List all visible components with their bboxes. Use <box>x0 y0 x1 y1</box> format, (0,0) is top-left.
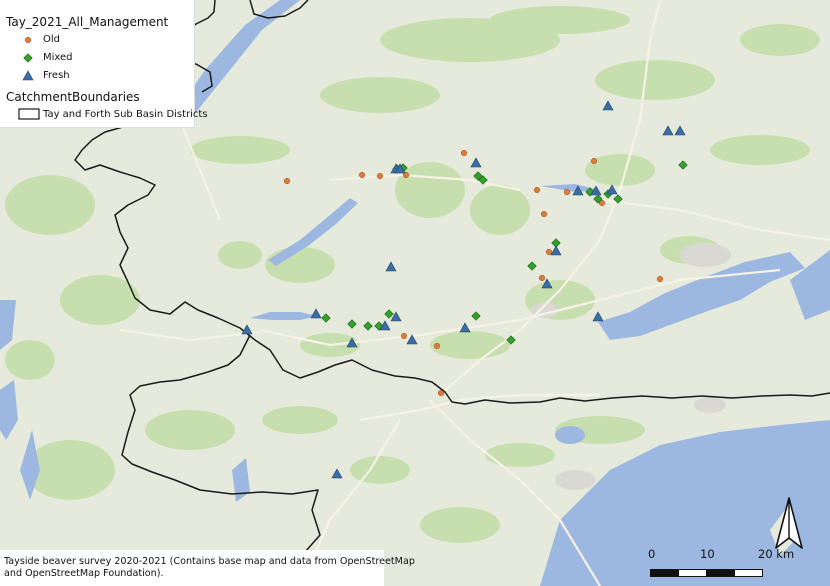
old-site-marker <box>283 178 290 185</box>
old-site-marker <box>358 172 365 179</box>
old-site-marker <box>400 332 407 339</box>
credit-line-1: Tayside beaver survey 2020-2021 (Contain… <box>4 556 415 567</box>
legend-boundary-symbol <box>18 108 40 120</box>
scale-label-10: 10 <box>700 547 715 561</box>
legend-old-symbol <box>24 36 32 44</box>
legend-layer-title: Tay_2021_All_Management <box>6 15 169 29</box>
old-site-marker <box>590 158 597 165</box>
legend-boundary-label: Tay and Forth Sub Basin Districts <box>43 109 208 120</box>
old-site-marker <box>656 275 663 282</box>
map-legend: Tay_2021_All_Management Old Mixed Fresh … <box>0 0 208 128</box>
legend-mixed-label: Mixed <box>43 52 73 63</box>
map-credit: Tayside beaver survey 2020-2021 (Contain… <box>0 550 415 586</box>
legend-fresh-symbol <box>22 70 34 81</box>
old-site-marker <box>545 249 552 256</box>
old-site-marker <box>376 173 383 180</box>
credit-line-2: and OpenStreetMap Foundation). <box>4 568 164 579</box>
north-arrow-icon <box>775 497 803 549</box>
old-site-marker <box>538 274 545 281</box>
old-site-marker <box>460 150 467 157</box>
legend-boundary-title: CatchmentBoundaries <box>6 90 140 104</box>
legend-old-label: Old <box>43 34 60 45</box>
old-site-marker <box>563 189 570 196</box>
scale-bar-graphic <box>650 569 763 577</box>
old-site-marker <box>533 187 540 194</box>
legend-fresh-label: Fresh <box>43 70 70 81</box>
scale-bar: 0 10 20 km <box>640 547 794 583</box>
old-site-marker <box>540 211 547 218</box>
scale-label-0: 0 <box>648 547 656 561</box>
legend-mixed-symbol <box>23 53 33 63</box>
old-site-marker <box>433 342 440 349</box>
old-site-marker <box>437 389 444 396</box>
